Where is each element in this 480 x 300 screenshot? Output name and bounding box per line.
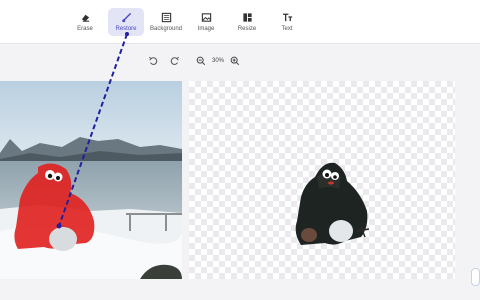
scroll-handle[interactable] bbox=[471, 268, 480, 286]
drag-path-annotation bbox=[56, 32, 129, 229]
